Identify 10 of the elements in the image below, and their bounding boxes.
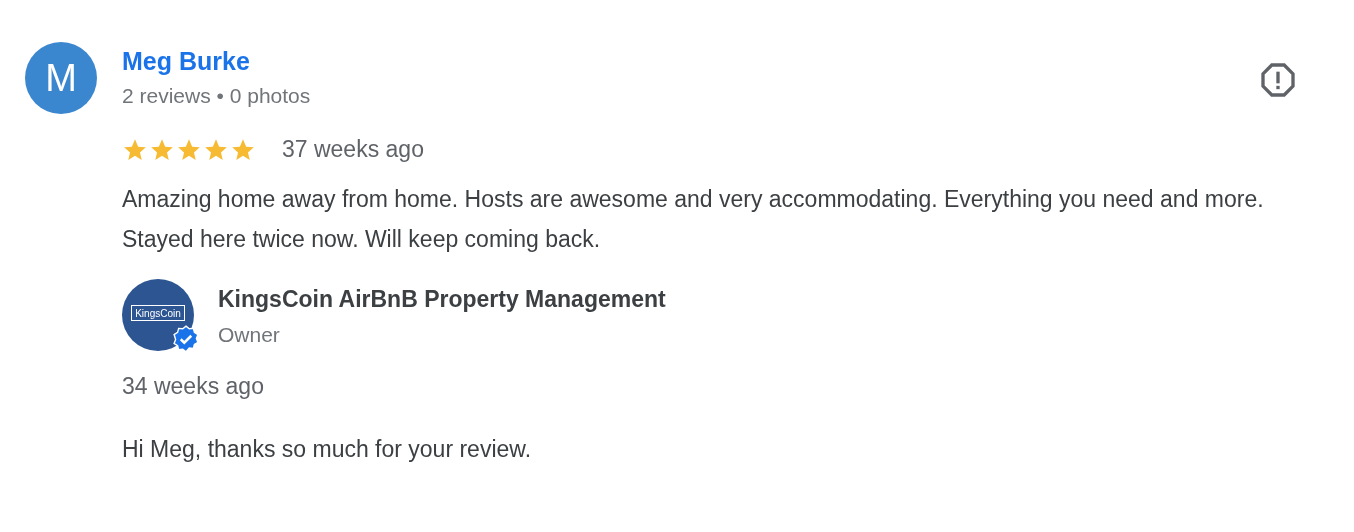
reviewer-stats: 2 reviews • 0 photos <box>122 84 311 108</box>
user-avatar[interactable]: M <box>25 42 97 114</box>
owner-name: KingsCoin AirBnB Property Management <box>218 286 666 313</box>
review-text: Amazing home away from home. Hosts are awesome and very accommodating. Everything you need and more. Stayed here twice now. Will keep coming back. <box>122 185 1265 254</box>
report-icon[interactable] <box>1258 60 1298 100</box>
reply-time: 34 weeks ago <box>122 373 265 400</box>
review-time: 37 weeks ago <box>282 136 424 163</box>
reply-text: Hi Meg, thanks so much for your review. <box>122 436 533 463</box>
reviewer-name[interactable]: Meg Burke <box>122 47 250 76</box>
owner-role: Owner <box>218 323 281 347</box>
